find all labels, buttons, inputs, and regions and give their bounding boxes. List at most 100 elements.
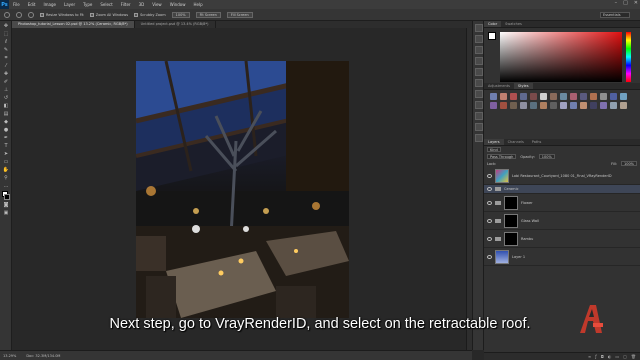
style-swatch[interactable]	[510, 93, 517, 100]
tool-presets-panel-icon[interactable]	[475, 134, 483, 142]
scrubby-zoom-checkbox[interactable]: Scrubby Zoom	[134, 12, 166, 17]
visibility-eye-icon[interactable]	[487, 236, 492, 241]
brush-tool-icon[interactable]: ✐	[2, 78, 10, 85]
close-button[interactable]: ✕	[634, 0, 638, 6]
info-panel-icon[interactable]	[475, 46, 483, 54]
lasso-tool-icon[interactable]: ℓ	[2, 38, 10, 45]
zoom-level[interactable]: 13.29%	[3, 354, 16, 358]
style-swatch[interactable]	[530, 93, 537, 100]
style-swatch[interactable]	[610, 102, 617, 109]
layer-row-glass-wall[interactable]: Glass Wall	[484, 212, 640, 230]
gradient-tool-icon[interactable]: ▤	[2, 110, 10, 117]
style-swatch[interactable]	[550, 102, 557, 109]
style-swatch[interactable]	[610, 93, 617, 100]
zoom-out-icon[interactable]	[28, 11, 34, 18]
screen-mode-icon[interactable]: ▣	[2, 209, 10, 216]
style-swatch[interactable]	[570, 93, 577, 100]
new-group-icon[interactable]: ▭	[615, 354, 619, 359]
fill-screen-button[interactable]: Fill Screen	[226, 11, 253, 18]
style-swatch[interactable]	[620, 102, 627, 109]
menu-3d[interactable]: 3D	[139, 2, 145, 7]
layer-row-vrayrenderid[interactable]: Lobi Restaurant_Courtyard_1080 01_Final_…	[484, 167, 640, 185]
shape-tool-icon[interactable]: ▭	[2, 158, 10, 165]
zoom-all-windows-checkbox[interactable]: Zoom All Windows	[89, 12, 128, 17]
new-layer-icon[interactable]: ▢	[623, 354, 627, 359]
style-swatch[interactable]	[600, 93, 607, 100]
fx-icon[interactable]: ƒ	[595, 354, 596, 359]
menu-help[interactable]: Help	[193, 2, 202, 7]
tab-swatches[interactable]: Swatches	[501, 21, 526, 27]
style-swatch[interactable]	[530, 102, 537, 109]
layer-kind-filter[interactable]: Kind	[487, 147, 501, 152]
style-swatch[interactable]	[580, 93, 587, 100]
adjustment-layer-icon[interactable]: ◐	[608, 354, 612, 359]
tab-layers[interactable]: Layers	[484, 139, 504, 145]
quick-mask-icon[interactable]: ◙	[2, 201, 10, 208]
tab-adjustments[interactable]: Adjustments	[484, 83, 514, 89]
visibility-eye-icon[interactable]	[487, 200, 492, 205]
stamp-tool-icon[interactable]: ⊥	[2, 86, 10, 93]
zoom-tool-icon[interactable]	[4, 11, 10, 18]
style-swatch[interactable]	[560, 102, 567, 109]
tab-styles[interactable]: Styles	[513, 83, 533, 89]
tab-tutorial-lesson[interactable]: Photoshop_tutorial_Lesson 02.psd @ 13.2%…	[12, 21, 135, 28]
restaurant-render-image[interactable]	[136, 61, 349, 318]
marquee-tool-icon[interactable]: ⬚	[2, 30, 10, 37]
layer-row-flower[interactable]: Flower	[484, 194, 640, 212]
background-color-swatch[interactable]	[4, 194, 10, 200]
dodge-tool-icon[interactable]: ●	[2, 126, 10, 133]
workspace-select[interactable]: Essentials	[600, 12, 630, 18]
layer-row-rambu[interactable]: Rambu	[484, 230, 640, 248]
style-swatch[interactable]	[540, 102, 547, 109]
layer-mask-thumbnail[interactable]	[504, 195, 518, 210]
quick-select-tool-icon[interactable]: ✎	[2, 46, 10, 53]
fit-screen-button[interactable]: Fit Screen	[195, 11, 221, 18]
blend-mode-select[interactable]: Pass Through	[487, 154, 517, 159]
style-swatch[interactable]	[600, 102, 607, 109]
layer-mask-thumbnail[interactable]	[504, 231, 518, 246]
pen-tool-icon[interactable]: ✒	[2, 134, 10, 141]
path-select-tool-icon[interactable]: ➤	[2, 150, 10, 157]
style-swatch[interactable]	[500, 102, 507, 109]
minimize-button[interactable]: –	[615, 0, 618, 6]
tab-paths[interactable]: Paths	[528, 139, 546, 145]
menu-window[interactable]: Window	[170, 2, 186, 7]
properties-panel-icon[interactable]	[475, 35, 483, 43]
style-swatch[interactable]	[520, 102, 527, 109]
hand-tool-icon[interactable]: ✋	[2, 166, 10, 173]
layer-row-layer-1[interactable]: Layer 1	[484, 248, 640, 266]
hue-slider[interactable]	[626, 32, 631, 82]
layer-mask-thumbnail[interactable]	[504, 213, 518, 228]
clone-source-panel-icon[interactable]	[475, 123, 483, 131]
history-brush-tool-icon[interactable]: ↺	[2, 94, 10, 101]
menu-image[interactable]: Image	[43, 2, 56, 7]
zoom-tool-panel-icon[interactable]: ⚲	[2, 174, 10, 181]
style-swatch[interactable]	[540, 93, 547, 100]
timeline-panel-icon[interactable]	[475, 112, 483, 120]
style-swatch[interactable]	[580, 102, 587, 109]
menu-layer[interactable]: Layer	[64, 2, 75, 7]
tab-channels[interactable]: Channels	[504, 139, 528, 145]
zoom-100-button[interactable]: 100%	[171, 11, 190, 18]
layer-row-ceramic[interactable]: Ceramic	[484, 185, 640, 194]
menu-view[interactable]: View	[152, 2, 162, 7]
style-swatch[interactable]	[570, 102, 577, 109]
style-swatch[interactable]	[510, 102, 517, 109]
brush-panel-icon[interactable]	[475, 79, 483, 87]
menu-edit[interactable]: Edit	[28, 2, 36, 7]
more-tools-icon[interactable]: …	[2, 182, 10, 189]
actions-panel-icon[interactable]	[475, 90, 483, 98]
history-panel-icon[interactable]	[475, 24, 483, 32]
healing-tool-icon[interactable]: ✚	[2, 70, 10, 77]
style-swatch[interactable]	[590, 102, 597, 109]
eyedropper-tool-icon[interactable]: ⁄	[2, 62, 10, 69]
navigator-panel-icon[interactable]	[475, 101, 483, 109]
color-picker-field[interactable]	[500, 32, 622, 82]
delete-layer-icon[interactable]: 🗑	[631, 354, 636, 359]
eraser-tool-icon[interactable]: ◧	[2, 102, 10, 109]
style-swatch[interactable]	[550, 93, 557, 100]
visibility-eye-icon[interactable]	[487, 187, 492, 191]
tab-untitled-project[interactable]: Untitled project.psd @ 13.4% (RGB/8*)	[135, 21, 216, 28]
style-swatch[interactable]	[520, 93, 527, 100]
paragraph-panel-icon[interactable]	[475, 68, 483, 76]
